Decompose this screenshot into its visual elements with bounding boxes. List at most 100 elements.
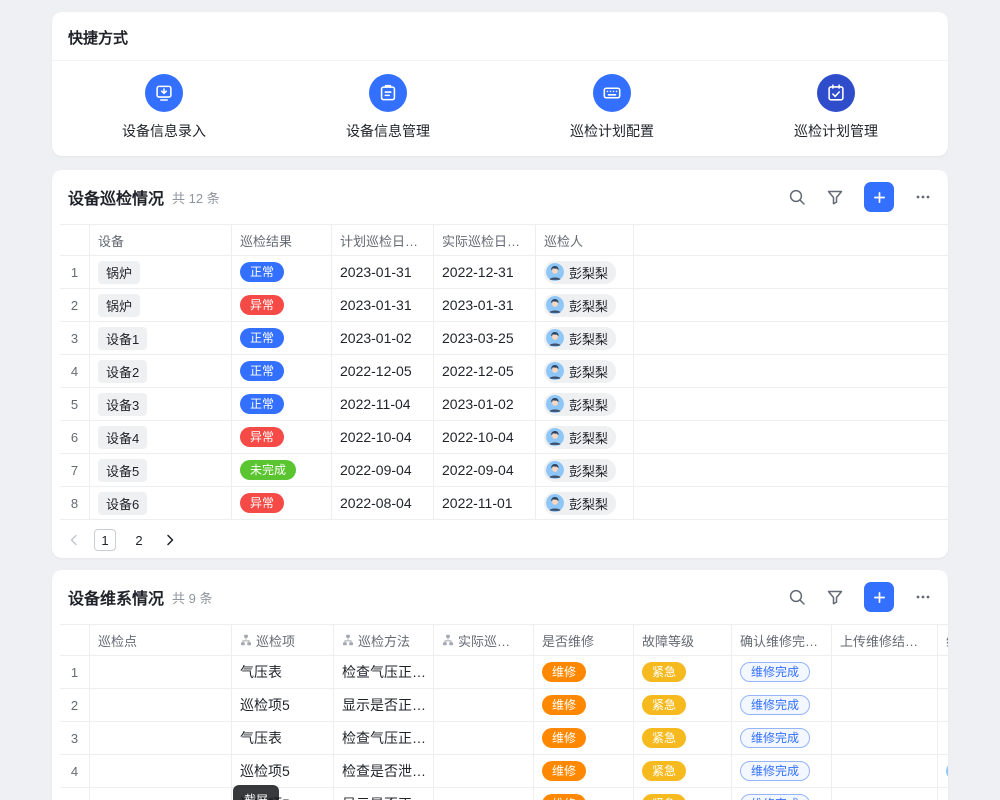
device-cell[interactable]: 设备6	[90, 487, 232, 519]
row-number[interactable]: 5	[60, 788, 90, 800]
shortcut-device-entry[interactable]: 设备信息录入	[52, 74, 276, 141]
filter-icon[interactable]	[826, 588, 844, 606]
table-row[interactable]: 5 巡检项5 显示是否正… 维修 紧急 维修完成	[60, 788, 948, 800]
upload-cell[interactable]	[832, 689, 938, 721]
result-cell[interactable]: 正常	[232, 256, 332, 288]
repair-cell[interactable]: 维修	[534, 689, 634, 721]
repair-cell[interactable]: 维修	[534, 755, 634, 787]
inspector-cell[interactable]: 彭梨梨	[536, 355, 634, 387]
column-header-device[interactable]: 设备	[90, 225, 232, 255]
actual-date-cell[interactable]: 2022-12-31	[434, 256, 536, 288]
row-number[interactable]: 1	[60, 256, 90, 288]
table-row[interactable]: 3 设备1 正常 2023-01-02 2023-03-25 彭梨梨	[60, 322, 948, 355]
add-record-button[interactable]	[864, 182, 894, 212]
actual-date-cell[interactable]: 2022-12-05	[434, 355, 536, 387]
assignee-cell[interactable]	[938, 656, 948, 688]
result-cell[interactable]: 异常	[232, 289, 332, 321]
column-header-repair[interactable]: 是否维修	[534, 625, 634, 655]
table-row[interactable]: 1 锅炉 正常 2023-01-31 2022-12-31 彭梨梨	[60, 256, 948, 289]
inspector-cell[interactable]: 彭梨梨	[536, 322, 634, 354]
point-cell[interactable]	[90, 788, 232, 800]
page-button-2[interactable]: 2	[128, 529, 150, 551]
point-cell[interactable]	[90, 656, 232, 688]
device-cell[interactable]: 设备5	[90, 454, 232, 486]
filter-icon[interactable]	[826, 188, 844, 206]
actual-cell[interactable]	[434, 722, 534, 754]
row-number[interactable]: 8	[60, 487, 90, 519]
actual-cell[interactable]	[434, 788, 534, 800]
level-cell[interactable]: 紧急	[634, 788, 732, 800]
column-header-confirm[interactable]: 确认维修完…	[732, 625, 832, 655]
confirm-cell[interactable]: 维修完成	[732, 689, 832, 721]
planned-date-cell[interactable]: 2022-08-04	[332, 487, 434, 519]
result-cell[interactable]: 正常	[232, 388, 332, 420]
column-header-assignee[interactable]: 维	[938, 625, 948, 655]
table-row[interactable]: 6 设备4 异常 2022-10-04 2022-10-04 彭梨梨	[60, 421, 948, 454]
planned-date-cell[interactable]: 2022-11-04	[332, 388, 434, 420]
table-row[interactable]: 8 设备6 异常 2022-08-04 2022-11-01 彭梨梨	[60, 487, 948, 520]
row-number[interactable]: 3	[60, 722, 90, 754]
point-cell[interactable]	[90, 755, 232, 787]
table-row[interactable]: 5 设备3 正常 2022-11-04 2023-01-02 彭梨梨	[60, 388, 948, 421]
device-cell[interactable]: 锅炉	[90, 256, 232, 288]
planned-date-cell[interactable]: 2023-01-31	[332, 289, 434, 321]
column-header-result[interactable]: 巡检结果	[232, 225, 332, 255]
upload-cell[interactable]	[832, 755, 938, 787]
search-icon[interactable]	[788, 588, 806, 606]
repair-cell[interactable]: 维修	[534, 656, 634, 688]
row-number[interactable]: 7	[60, 454, 90, 486]
method-cell[interactable]: 显示是否正…	[334, 788, 434, 800]
device-cell[interactable]: 设备4	[90, 421, 232, 453]
repair-cell[interactable]: 维修	[534, 722, 634, 754]
column-header-upload[interactable]: 上传维修结…	[832, 625, 938, 655]
actual-date-cell[interactable]: 2022-10-04	[434, 421, 536, 453]
row-number[interactable]: 3	[60, 322, 90, 354]
column-header-point[interactable]: 巡检点	[90, 625, 232, 655]
table-row[interactable]: 4 巡检项5 检查是否泄… 维修 紧急 维修完成	[60, 755, 948, 788]
device-cell[interactable]: 设备2	[90, 355, 232, 387]
upload-cell[interactable]	[832, 788, 938, 800]
level-cell[interactable]: 紧急	[634, 689, 732, 721]
more-icon[interactable]	[914, 188, 932, 206]
upload-cell[interactable]	[832, 722, 938, 754]
search-icon[interactable]	[788, 188, 806, 206]
actual-cell[interactable]	[434, 755, 534, 787]
actual-date-cell[interactable]: 2022-11-01	[434, 487, 536, 519]
assignee-cell[interactable]	[938, 788, 948, 800]
row-number[interactable]: 5	[60, 388, 90, 420]
column-header-actual-date[interactable]: 实际巡检日…	[434, 225, 536, 255]
inspector-cell[interactable]: 彭梨梨	[536, 256, 634, 288]
item-cell[interactable]: 气压表	[232, 722, 334, 754]
table-row[interactable]: 4 设备2 正常 2022-12-05 2022-12-05 彭梨梨	[60, 355, 948, 388]
table-row[interactable]: 3 气压表 检查气压正… 维修 紧急 维修完成	[60, 722, 948, 755]
confirm-cell[interactable]: 维修完成	[732, 656, 832, 688]
page-button-1[interactable]: 1	[94, 529, 116, 551]
device-cell[interactable]: 锅炉	[90, 289, 232, 321]
actual-date-cell[interactable]: 2022-09-04	[434, 454, 536, 486]
planned-date-cell[interactable]: 2022-12-05	[332, 355, 434, 387]
add-record-button[interactable]	[864, 582, 894, 612]
planned-date-cell[interactable]: 2023-01-02	[332, 322, 434, 354]
method-cell[interactable]: 检查是否泄…	[334, 755, 434, 787]
column-header-actual[interactable]: 实际巡…	[434, 625, 534, 655]
point-cell[interactable]	[90, 689, 232, 721]
device-cell[interactable]: 设备3	[90, 388, 232, 420]
planned-date-cell[interactable]: 2023-01-31	[332, 256, 434, 288]
column-header-method[interactable]: 巡检方法	[334, 625, 434, 655]
actual-date-cell[interactable]: 2023-01-31	[434, 289, 536, 321]
actual-date-cell[interactable]: 2023-01-02	[434, 388, 536, 420]
inspector-cell[interactable]: 彭梨梨	[536, 289, 634, 321]
chevron-left-icon[interactable]	[66, 532, 82, 548]
result-cell[interactable]: 正常	[232, 355, 332, 387]
inspector-cell[interactable]: 彭梨梨	[536, 454, 634, 486]
more-icon[interactable]	[914, 588, 932, 606]
actual-cell[interactable]	[434, 689, 534, 721]
level-cell[interactable]: 紧急	[634, 755, 732, 787]
confirm-cell[interactable]: 维修完成	[732, 755, 832, 787]
assignee-cell[interactable]	[938, 689, 948, 721]
device-cell[interactable]: 设备1	[90, 322, 232, 354]
upload-cell[interactable]	[832, 656, 938, 688]
chevron-right-icon[interactable]	[162, 532, 178, 548]
result-cell[interactable]: 未完成	[232, 454, 332, 486]
inspector-cell[interactable]: 彭梨梨	[536, 421, 634, 453]
